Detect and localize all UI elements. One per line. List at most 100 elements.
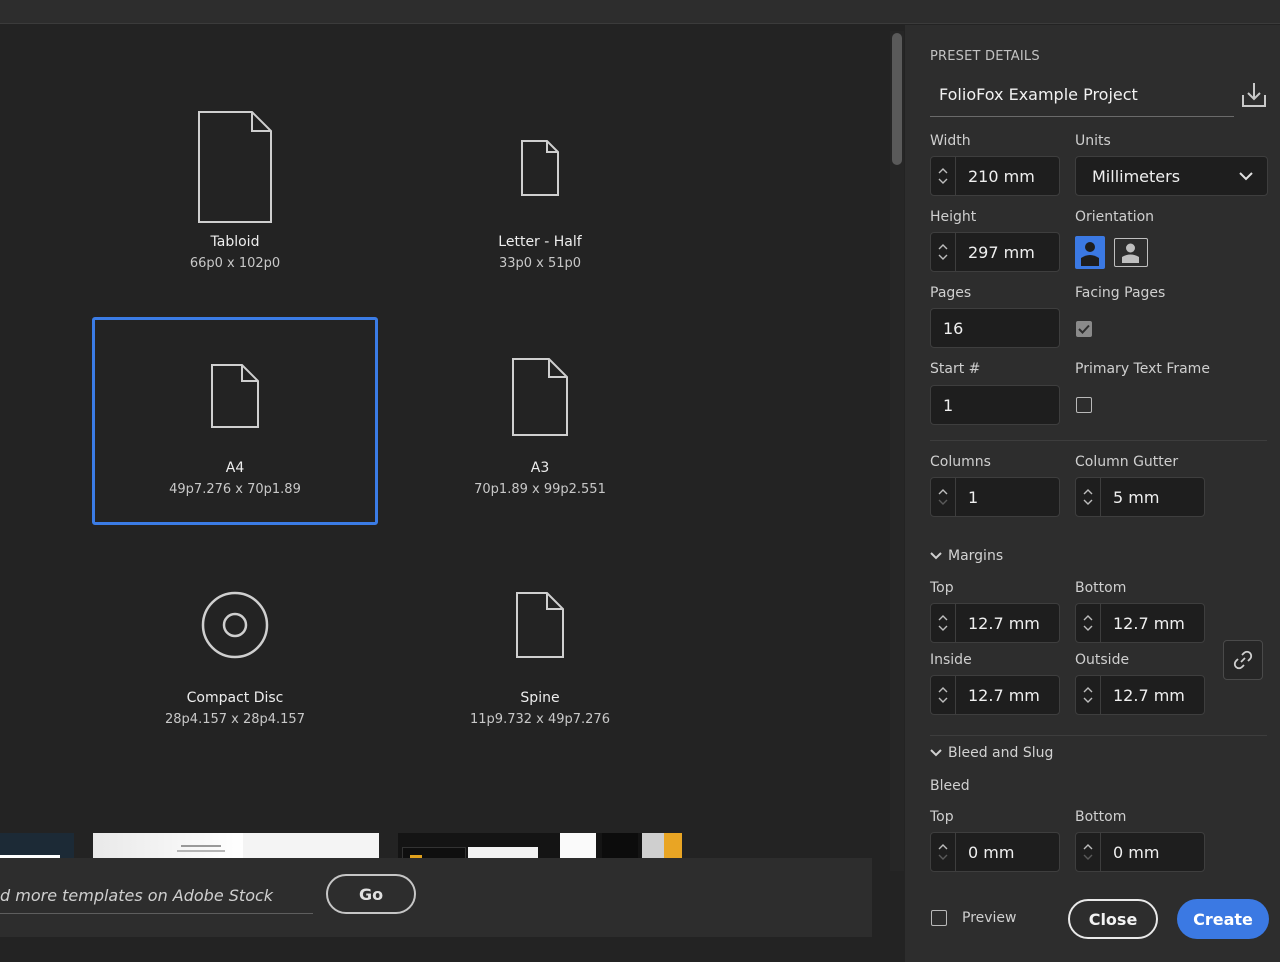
margin-outside-field[interactable]: 12.7 mm — [1075, 675, 1205, 715]
margin-bottom-stepper[interactable] — [1076, 604, 1101, 642]
link-icon — [1233, 650, 1253, 670]
margin-outside-label: Outside — [1075, 652, 1130, 668]
columns-label: Columns — [930, 454, 991, 470]
preset-name-field[interactable]: FolioFox Example Project — [930, 77, 1234, 117]
divider — [930, 735, 1267, 736]
start-number-label: Start # — [930, 361, 981, 377]
preset-letter-half[interactable]: Letter - Half 33p0 x 51p0 — [397, 93, 683, 301]
orientation-label: Orientation — [1075, 209, 1155, 225]
close-button[interactable]: Close — [1068, 899, 1158, 939]
stock-search-bar: Go — [0, 858, 872, 937]
create-button[interactable]: Create — [1177, 899, 1269, 939]
preset-name: A3 — [530, 460, 550, 476]
bleed-top-label: Top — [930, 809, 954, 825]
units-select[interactable]: Millimeters — [1075, 156, 1268, 196]
start-number-value: 1 — [943, 395, 954, 415]
preset-a3[interactable]: A3 70p1.89 x 99p2.551 — [397, 317, 683, 525]
margin-inside-field[interactable]: 12.7 mm — [930, 675, 1060, 715]
chevron-down-icon — [1083, 854, 1093, 860]
chevron-up-icon — [938, 844, 948, 850]
margin-inside-stepper[interactable] — [931, 676, 956, 714]
bleed-top-value: 0 mm — [968, 842, 1015, 862]
preset-size: 70p1.89 x 99p2.551 — [474, 482, 606, 497]
facing-pages-checkbox[interactable] — [1076, 321, 1092, 337]
column-gutter-label: Column Gutter — [1075, 454, 1179, 470]
units-value: Millimeters — [1092, 166, 1181, 186]
go-button[interactable]: Go — [326, 874, 416, 914]
height-stepper[interactable] — [931, 233, 956, 271]
portrait-icon — [1081, 242, 1099, 266]
bleed-top-field[interactable]: 0 mm — [930, 832, 1060, 872]
bleed-top-stepper[interactable] — [931, 833, 956, 871]
preset-size: 33p0 x 51p0 — [498, 256, 582, 271]
margin-top-label: Top — [930, 580, 954, 596]
preset-compact-disc[interactable]: Compact Disc 28p4.157 x 28p4.157 — [92, 547, 378, 755]
pages-label: Pages — [930, 285, 972, 301]
chevron-down-icon — [930, 749, 942, 757]
chevron-up-icon — [938, 615, 948, 621]
preset-name: Compact Disc — [186, 690, 284, 706]
preset-name: A4 — [225, 460, 245, 476]
primary-text-frame-label: Primary Text Frame — [1075, 361, 1210, 377]
primary-text-frame-checkbox[interactable] — [1076, 397, 1092, 413]
preset-spine[interactable]: Spine 11p9.732 x 49p7.276 — [397, 547, 683, 755]
bleed-bottom-field[interactable]: 0 mm — [1075, 832, 1205, 872]
bleed-bottom-label: Bottom — [1075, 809, 1127, 825]
scrollbar-thumb[interactable] — [892, 33, 902, 165]
margin-inside-label: Inside — [930, 652, 972, 668]
width-label: Width — [930, 133, 971, 149]
height-value: 297 mm — [968, 242, 1035, 262]
preset-size: 49p7.276 x 70p1.89 — [169, 482, 301, 497]
pages-field[interactable]: 16 — [930, 308, 1060, 348]
margin-top-stepper[interactable] — [931, 604, 956, 642]
preset-a4[interactable]: A4 49p7.276 x 70p1.89 — [92, 317, 378, 525]
margin-bottom-field[interactable]: 12.7 mm — [1075, 603, 1205, 643]
preset-tabloid[interactable]: Tabloid 66p0 x 102p0 — [92, 93, 378, 301]
facing-pages-label: Facing Pages — [1075, 285, 1166, 301]
disc-icon — [95, 590, 375, 660]
columns-stepper[interactable] — [931, 478, 956, 516]
chevron-down-icon — [1239, 171, 1253, 180]
preview-label: Preview — [962, 910, 1017, 926]
stock-search-input[interactable] — [0, 878, 313, 914]
gutter-stepper[interactable] — [1076, 478, 1101, 516]
document-icon — [400, 591, 680, 659]
margin-outside-stepper[interactable] — [1076, 676, 1101, 714]
landscape-orientation-button[interactable] — [1114, 238, 1148, 267]
margins-section-title: Margins — [948, 548, 1004, 564]
column-gutter-field[interactable]: 5 mm — [1075, 477, 1205, 517]
bleed-slug-section-toggle[interactable]: Bleed and Slug — [930, 745, 1053, 761]
chevron-down-icon — [1083, 625, 1093, 631]
bleed-bottom-stepper[interactable] — [1076, 833, 1101, 871]
chevron-down-icon — [938, 625, 948, 631]
height-label: Height — [930, 209, 977, 225]
chevron-up-icon — [938, 687, 948, 693]
width-field[interactable]: 210 mm — [930, 156, 1060, 196]
preset-name-value: FolioFox Example Project — [939, 85, 1138, 104]
preset-details-panel: PRESET DETAILS FolioFox Example Project … — [905, 25, 1280, 962]
chevron-down-icon — [938, 697, 948, 703]
preset-grid: Tabloid 66p0 x 102p0 Letter - Half 33p0 … — [0, 25, 905, 962]
height-field[interactable]: 297 mm — [930, 232, 1060, 272]
save-preset-icon[interactable] — [1240, 81, 1268, 113]
start-number-field[interactable]: 1 — [930, 385, 1060, 425]
dialog-footer: Preview Close Create — [905, 872, 1280, 962]
margins-section-toggle[interactable]: Margins — [930, 548, 1003, 564]
preset-name: Spine — [520, 690, 560, 706]
preset-scrollbar[interactable] — [890, 31, 904, 871]
document-icon — [95, 363, 375, 429]
preview-checkbox[interactable] — [931, 910, 947, 926]
link-margins-button[interactable] — [1223, 640, 1263, 680]
margin-top-value: 12.7 mm — [968, 613, 1040, 633]
margin-top-field[interactable]: 12.7 mm — [930, 603, 1060, 643]
preset-size: 11p9.732 x 49p7.276 — [470, 712, 610, 727]
margin-bottom-label: Bottom — [1075, 580, 1127, 596]
divider — [930, 440, 1267, 441]
bleed-slug-section-title: Bleed and Slug — [948, 745, 1054, 761]
columns-field[interactable]: 1 — [930, 477, 1060, 517]
chevron-down-icon — [938, 499, 948, 505]
chevron-down-icon — [938, 854, 948, 860]
width-stepper[interactable] — [931, 157, 956, 195]
chevron-up-icon — [1083, 615, 1093, 621]
portrait-orientation-button[interactable] — [1075, 236, 1105, 269]
